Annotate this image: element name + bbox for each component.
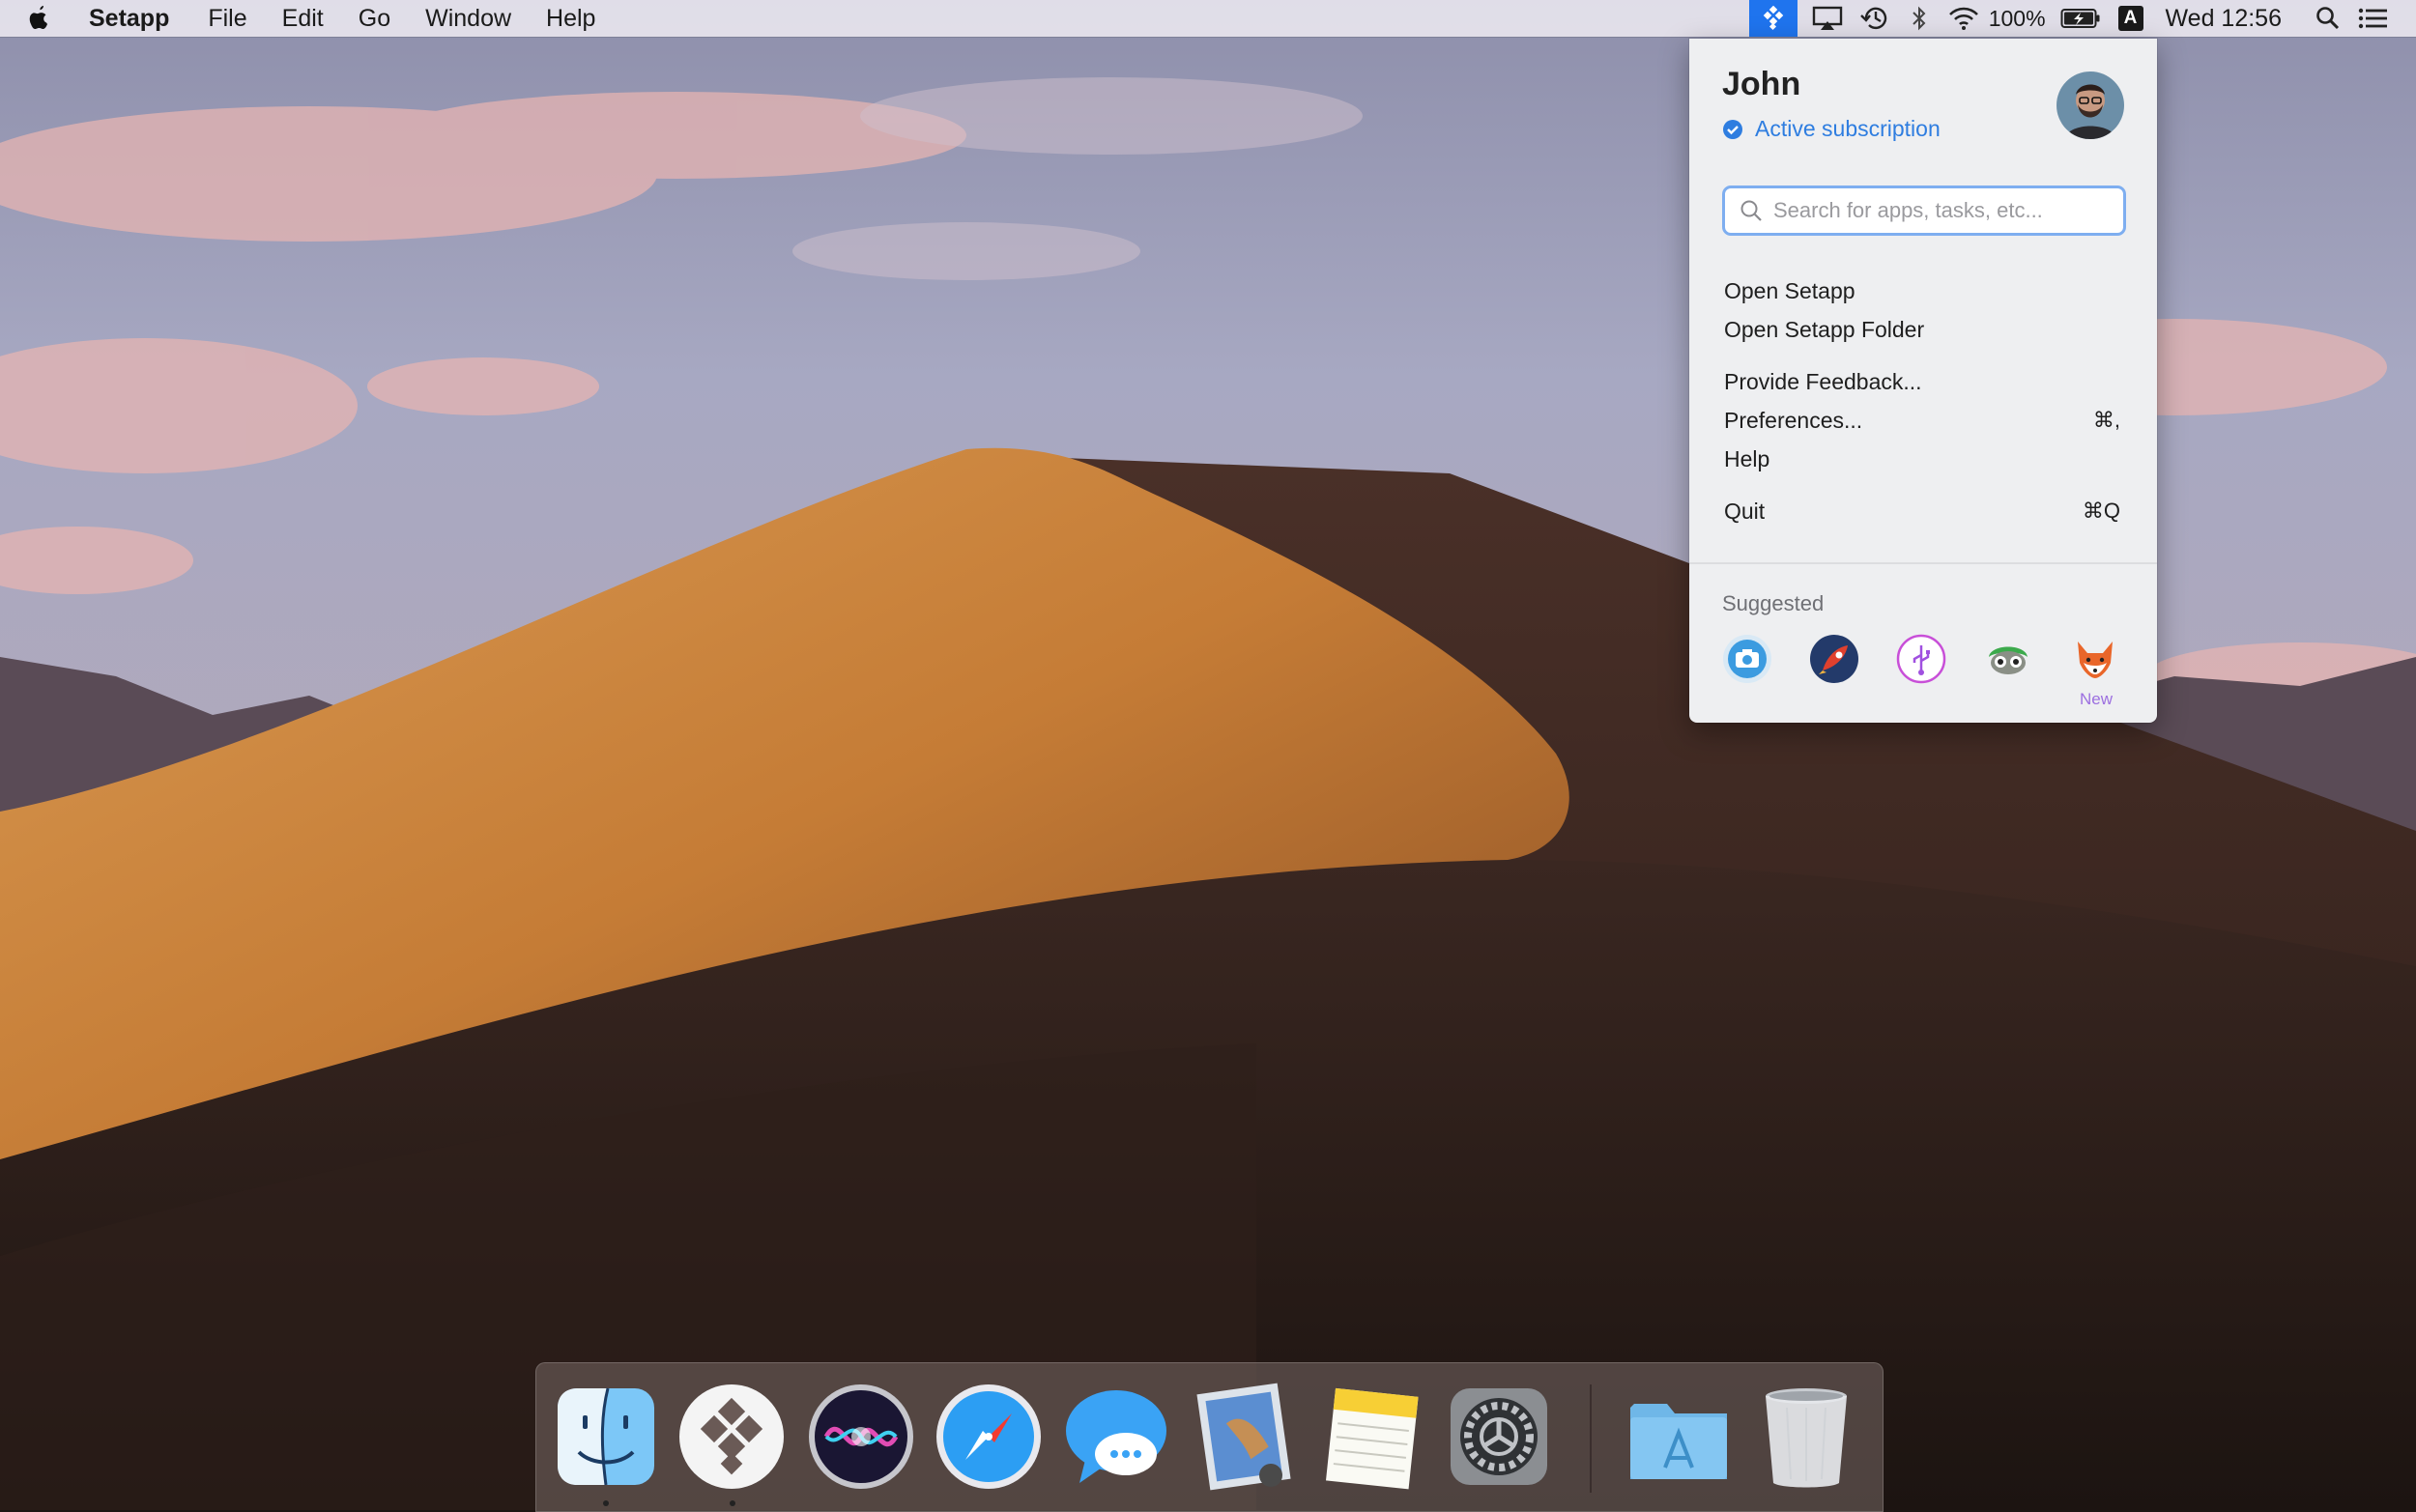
trash-icon[interactable] bbox=[1752, 1383, 1860, 1491]
setapp-popover: John Active subscription Open Setapp Ope… bbox=[1689, 39, 2157, 723]
menu-quit[interactable]: Quit ⌘Q bbox=[1724, 494, 2126, 528]
menu-preferences-label: Preferences... bbox=[1724, 407, 1863, 433]
user-avatar[interactable] bbox=[2056, 71, 2124, 139]
mail-icon[interactable] bbox=[1190, 1383, 1298, 1491]
suggested-app-usb-icon[interactable] bbox=[1896, 634, 1946, 684]
divider bbox=[1689, 562, 2157, 564]
siri-icon[interactable] bbox=[807, 1383, 915, 1491]
subscription-label[interactable]: Active subscription bbox=[1755, 116, 1941, 142]
safari-icon[interactable] bbox=[935, 1383, 1043, 1491]
dock bbox=[535, 1362, 1884, 1512]
checkmark-badge-icon bbox=[1723, 119, 1742, 139]
menu-file[interactable]: File bbox=[208, 5, 246, 33]
search-icon bbox=[1740, 200, 1762, 221]
menu-preferences-shortcut: ⌘, bbox=[2092, 408, 2120, 432]
menu-help[interactable]: Help bbox=[1724, 442, 2126, 476]
suggested-app-rocket-icon[interactable] bbox=[1809, 634, 1859, 684]
setapp-menubar-icon[interactable] bbox=[1748, 0, 1798, 37]
battery-percentage: 100% bbox=[1988, 5, 2046, 31]
suggested-app-screenshot-icon[interactable] bbox=[1722, 634, 1772, 684]
system-preferences-icon[interactable] bbox=[1445, 1383, 1553, 1491]
user-name: John bbox=[1722, 66, 1801, 102]
messages-icon[interactable] bbox=[1062, 1383, 1170, 1491]
bluetooth-icon[interactable] bbox=[1909, 0, 1930, 37]
apple-menu-icon[interactable] bbox=[25, 4, 70, 33]
search-field[interactable] bbox=[1722, 185, 2126, 236]
menu-open-setapp[interactable]: Open Setapp bbox=[1724, 273, 2126, 308]
search-input[interactable] bbox=[1771, 197, 2114, 224]
setapp-icon[interactable] bbox=[677, 1383, 786, 1491]
airplay-icon[interactable] bbox=[1812, 0, 1843, 37]
dock-separator bbox=[1590, 1384, 1592, 1493]
wifi-icon[interactable] bbox=[1947, 0, 1980, 37]
menu-quit-label: Quit bbox=[1724, 498, 1766, 524]
notes-icon[interactable] bbox=[1317, 1383, 1425, 1491]
menubar-clock[interactable]: Wed 12:56 bbox=[2166, 5, 2282, 33]
menu-open-setapp-folder-label: Open Setapp Folder bbox=[1724, 316, 1925, 342]
menu-provide-feedback[interactable]: Provide Feedback... bbox=[1724, 364, 2126, 399]
menu-open-setapp-label: Open Setapp bbox=[1724, 277, 1855, 303]
menu-bar: Setapp File Edit Go Window Help 100% A W… bbox=[0, 0, 2416, 37]
app-name-menu[interactable]: Setapp bbox=[89, 5, 169, 33]
menu-go[interactable]: Go bbox=[359, 5, 390, 33]
menu-help[interactable]: Help bbox=[546, 5, 595, 33]
new-badge: New bbox=[2080, 690, 2114, 708]
menu-window[interactable]: Window bbox=[425, 5, 511, 33]
input-source-icon[interactable]: A bbox=[2117, 0, 2143, 37]
suggested-app-lemur-icon[interactable] bbox=[1983, 634, 2033, 684]
notification-center-icon[interactable] bbox=[2358, 0, 2389, 37]
subscription-status[interactable]: Active subscription bbox=[1722, 116, 1941, 142]
spotlight-icon[interactable] bbox=[2315, 0, 2341, 37]
suggested-heading: Suggested bbox=[1722, 591, 1825, 615]
menu-quit-shortcut: ⌘Q bbox=[2082, 499, 2120, 523]
menu-help-label: Help bbox=[1724, 445, 1770, 471]
time-machine-icon[interactable] bbox=[1859, 0, 1891, 37]
running-indicator bbox=[730, 1500, 735, 1506]
running-indicator bbox=[603, 1500, 609, 1506]
menu-provide-feedback-label: Provide Feedback... bbox=[1724, 368, 1922, 394]
suggested-app-fox-icon[interactable] bbox=[2070, 634, 2120, 684]
applications-folder-icon[interactable] bbox=[1625, 1383, 1733, 1491]
menu-preferences[interactable]: Preferences... ⌘, bbox=[1724, 403, 2126, 438]
menu-edit[interactable]: Edit bbox=[282, 5, 324, 33]
battery-icon[interactable] bbox=[2060, 0, 2101, 37]
finder-icon[interactable] bbox=[552, 1383, 660, 1491]
menu-open-setapp-folder[interactable]: Open Setapp Folder bbox=[1724, 312, 2126, 347]
